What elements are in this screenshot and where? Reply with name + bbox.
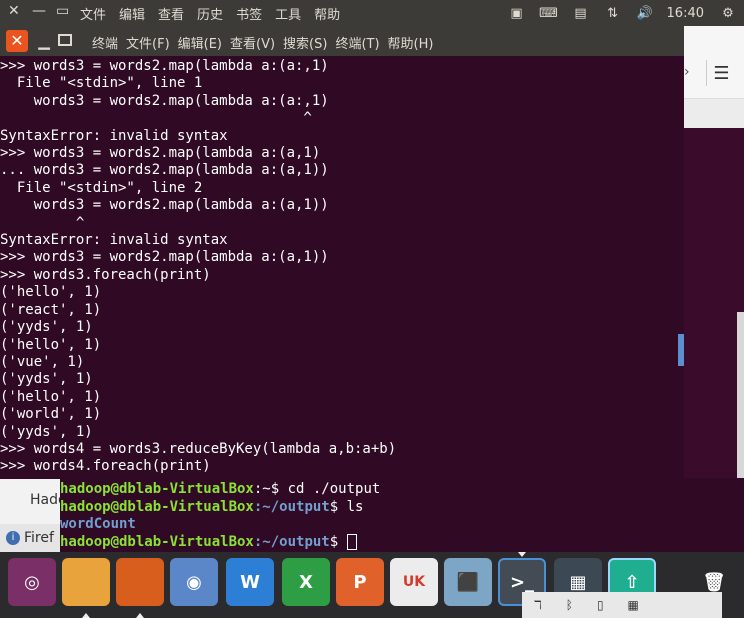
dock-wps-writer-icon[interactable]: W [226,558,274,606]
keyboard-icon[interactable]: ⌨ [539,4,559,22]
terminal-line: >>> words4 = words3.reduceByKey(lambda a… [0,440,397,457]
terminal-line: ('react', 1) [0,301,102,318]
calendar-icon[interactable]: ▤ [571,4,591,22]
app-menu-bar: 文件 编辑 查看 历史 书签 工具 帮助 [80,4,340,23]
menu-terminal-app[interactable]: 终端 [92,33,118,52]
terminal-line: >>> words3 = words2.map(lambda a:(a:,1) [0,58,329,74]
network-icon[interactable]: ⇅ [603,4,623,22]
menu-tools[interactable]: 工具 [275,4,301,23]
terminal-line: >>> words3 = words2.map(lambda a:(a,1) [0,145,321,162]
running-indicator [518,552,526,557]
terminal-line: wordCount [60,516,744,534]
dock-uk-software-icon[interactable]: UK [390,558,438,606]
terminal-line: hadoop@dblab-VirtualBox:~/output$ ls [60,499,744,517]
maximize-icon[interactable] [58,34,72,46]
prompt-path: :~ [253,481,271,497]
prompt-command: $ ls [329,498,364,515]
terminal-line: >>> words3.foreach(print) [0,266,211,283]
menu-view[interactable]: 查看 [158,4,184,23]
menu-search[interactable]: 搜索(S) [283,33,327,52]
terminal-line: ('hello', 1) [0,388,102,405]
firefox-notification-text: Firef [24,530,54,546]
clock[interactable]: 16:40 [667,6,704,21]
background-browser-strip [684,98,744,128]
terminal-line: hadoop@dblab-VirtualBox:~/output$ [60,533,744,552]
terminal-line: File "<stdin>", line 1 [0,75,203,92]
terminal-titlebar: ✕ ▁ 终端 文件(F) 编辑(E) 查看(V) 搜索(S) 终端(T) 帮助(… [0,26,684,56]
terminal-line: hadoop@dblab-VirtualBox:~$ cd ./output [60,481,744,499]
terminal-line: ^ [0,214,85,231]
terminal-line: ('yyds', 1) [0,423,93,440]
terminal-line: ('vue', 1) [0,353,85,370]
minimize-window-icon[interactable]: — [32,3,46,19]
menu-help[interactable]: 帮助 [314,4,340,23]
grid-icon[interactable]: ▦ [628,598,639,612]
menu-edit[interactable]: 编辑 [119,4,145,23]
dock-files-icon[interactable] [62,558,110,606]
terminal-line: ^ [0,110,312,127]
terminal-line: words3 = words2.map(lambda a:(a:,1) [0,92,329,109]
terminal-line: words3 = words2.map(lambda a:(a,1)) [0,197,329,214]
menu-terminal[interactable]: 终端(T) [335,33,379,52]
terminal-scrollbar-thumb[interactable] [678,334,684,366]
restore-window-icon[interactable]: ▭ [56,3,69,19]
terminal-line: ('yyds', 1) [0,319,93,336]
menu-bookmarks[interactable]: 书签 [236,4,262,23]
firefox-notification-bar: i Firef [0,524,60,552]
hamburger-menu-icon[interactable]: ☰ [706,60,736,86]
volume-icon[interactable]: 🔊 [635,4,655,22]
minimize-icon[interactable]: ▁ [34,30,54,52]
dock-wps-spreadsheets-icon[interactable]: X [282,558,330,606]
prompt-path: :~/output [253,498,330,515]
menu-file[interactable]: 文件(F) [126,33,170,52]
background-terminal[interactable]: hadoop@dblab-VirtualBox:~$ cd ./output ha… [60,478,744,552]
forward-arrow-icon[interactable]: › [684,64,690,80]
prompt-user: hadoop@dblab-VirtualBox [60,533,254,550]
power-gear-icon[interactable]: ⚙ [718,4,738,22]
bluetooth-icon[interactable]: ᛒ [566,598,573,612]
info-icon: i [6,531,20,545]
close-icon[interactable]: ✕ [6,30,28,52]
dock-firefox-icon[interactable] [116,558,164,606]
prompt-command: $ [329,533,347,550]
prompt-command: $ cd ./output [270,481,381,497]
terminal-line: ('world', 1) [0,406,102,423]
dock-install-drive-icon[interactable]: ⬛ [444,558,492,606]
dock-chromium-icon[interactable]: ◉ [170,558,218,606]
terminal-menu-bar: 终端 文件(F) 编辑(E) 查看(V) 搜索(S) 终端(T) 帮助(H) [92,33,433,52]
terminal-line: ('yyds', 1) [0,371,93,388]
close-window-icon[interactable]: ✕ [8,3,20,19]
system-tray: ▣ ⌨ ▤ ⇅ 🔊 16:40 ⚙ [501,0,744,26]
terminal-line: SyntaxError: invalid syntax [0,232,228,249]
running-indicator [136,613,144,618]
ls-output-directory: wordCount [60,516,136,532]
battery-icon[interactable]: ▯ [597,598,604,612]
menu-edit[interactable]: 编辑(E) [178,33,222,52]
dock-status-tray: ℸ ᛒ ▯ ▦ [522,592,722,618]
shared-folder-icon[interactable]: ▣ [507,4,527,22]
terminal-line: >>> words3 = words2.map(lambda a:(a,1)) [0,249,329,266]
running-indicator [82,613,90,618]
menu-view[interactable]: 查看(V) [230,33,275,52]
terminal-line: ('hello', 1) [0,336,102,353]
terminal-line: >>> words4.foreach(print) [0,458,211,475]
menu-file[interactable]: 文件 [80,4,106,23]
prompt-user: hadoop@dblab-VirtualBox [60,498,254,515]
prompt-user: hadoop@dblab-VirtualBox [60,481,254,497]
terminal-window: ✕ ▁ 终端 文件(F) 编辑(E) 查看(V) 搜索(S) 终端(T) 帮助(… [0,26,684,479]
terminal-line: File "<stdin>", line 2 [0,179,203,196]
terminal-line: SyntaxError: invalid syntax [0,127,228,144]
top-panel: ✕ — ▭ 文件 编辑 查看 历史 书签 工具 帮助 ▣ ⌨ ▤ ⇅ 🔊 16:… [0,0,744,26]
terminal-line: ('hello', 1) [0,284,102,301]
dock-ubuntu-logo-icon[interactable]: ◎ [8,558,56,606]
text-editor-icon[interactable]: ℸ [534,598,542,612]
menu-history[interactable]: 历史 [197,4,223,23]
prompt-path: :~/output [253,533,330,550]
terminal-line: ... words3 = words2.map(lambda a:(a,1)) [0,162,329,179]
terminal-cursor [346,533,357,550]
dock-wps-presentation-icon[interactable]: P [336,558,384,606]
menu-help[interactable]: 帮助(H) [388,33,434,52]
terminal-output[interactable]: >>> words3 = words2.map(lambda a:(a:,1) … [0,56,678,479]
